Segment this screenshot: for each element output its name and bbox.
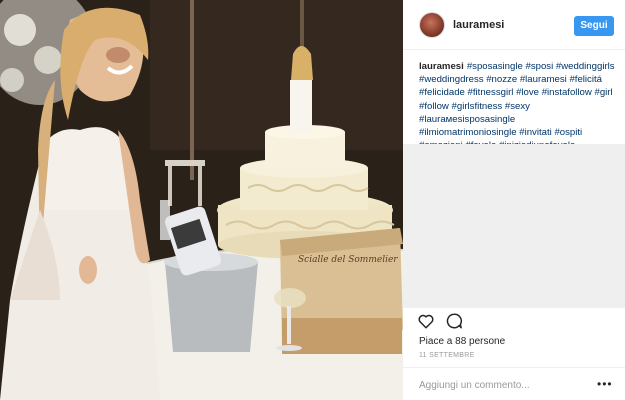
comments-area: [403, 144, 625, 308]
follow-button[interactable]: Segui: [574, 16, 614, 36]
hashtag-link[interactable]: #sposi: [526, 61, 554, 72]
hashtag-link[interactable]: #nozze: [486, 74, 517, 85]
post-date: 11 SETTEMBRE: [419, 352, 475, 359]
likes-count[interactable]: Piace a 88 persone: [419, 336, 505, 347]
post-sidebar: lauramesi Segui lauramesi #sposasingle #s…: [403, 0, 625, 400]
wedding-photo-illustration: Scialle del Sommelier: [0, 0, 403, 400]
comment-bar: •••: [403, 367, 625, 400]
hashtag-link[interactable]: #invitati: [519, 127, 552, 138]
plaque-text: Scialle del Sommelier: [298, 255, 398, 265]
caption-hashtags: #sposasingle #sposi #weddinggirls #weddi…: [419, 61, 615, 151]
comment-input[interactable]: [419, 377, 579, 393]
comment-icon[interactable]: [445, 312, 463, 330]
caption-username[interactable]: lauramesi: [419, 61, 464, 72]
hashtag-link[interactable]: #girl: [595, 87, 613, 98]
post-photo[interactable]: Scialle del Sommelier: [0, 0, 403, 400]
heart-icon[interactable]: [417, 312, 435, 330]
hashtag-link[interactable]: #felicidade: [419, 87, 465, 98]
more-options-icon[interactable]: •••: [597, 378, 613, 390]
hashtag-link[interactable]: #ospiti: [554, 127, 582, 138]
hashtag-link[interactable]: #girlsfitness: [452, 101, 503, 112]
hashtag-link[interactable]: #ilmiomatrimoniosingle: [419, 127, 517, 138]
hashtag-link[interactable]: #love: [516, 87, 539, 98]
hashtag-link[interactable]: #sposasingle: [467, 61, 523, 72]
hashtag-link[interactable]: #felicitá: [569, 74, 602, 85]
hashtag-link[interactable]: #lauramesi: [520, 74, 567, 85]
hashtag-link[interactable]: #sexy: [505, 101, 530, 112]
hashtag-link[interactable]: #laurамesisposasingle: [419, 114, 515, 125]
post-caption: lauramesi #sposasingle #sposi #weddinggir…: [419, 60, 615, 152]
avatar[interactable]: [419, 12, 445, 38]
hashtag-link[interactable]: #fitnessgirl: [468, 87, 514, 98]
hashtag-link[interactable]: #instafollow: [542, 87, 592, 98]
header-username[interactable]: lauramesi: [453, 19, 504, 31]
hashtag-link[interactable]: #follow: [419, 101, 449, 112]
hashtag-link[interactable]: #weddinggirls: [556, 61, 615, 72]
post-header: lauramesi Segui: [403, 0, 625, 50]
hashtag-link[interactable]: #weddingdress: [419, 74, 484, 85]
